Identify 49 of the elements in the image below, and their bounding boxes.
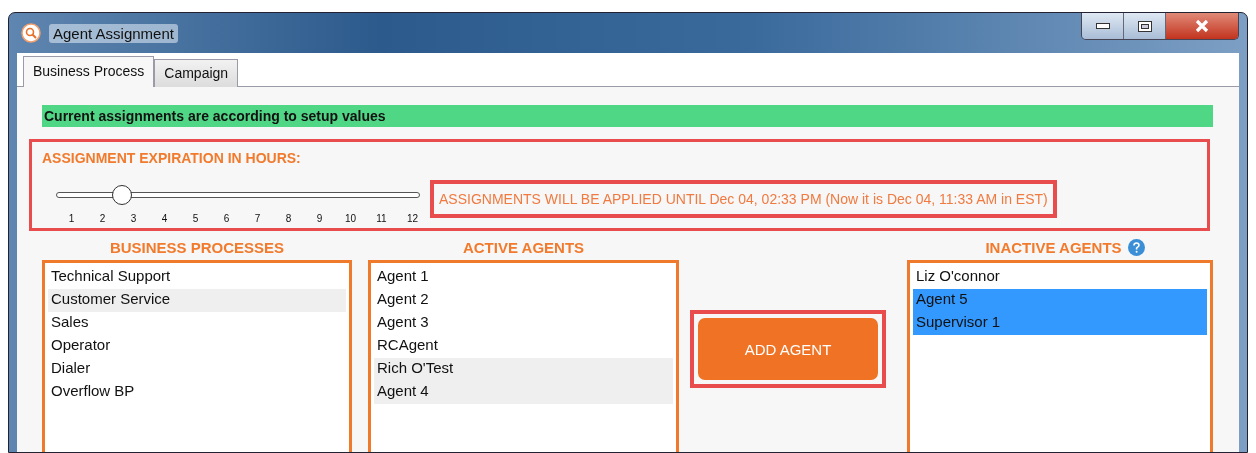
list-item[interactable]: Agent 4 <box>374 381 673 404</box>
slider[interactable] <box>56 185 420 205</box>
tick-label: 2 <box>98 213 107 224</box>
list-item[interactable]: Agent 5 <box>913 289 1207 312</box>
list-item[interactable]: Agent 2 <box>374 289 673 312</box>
tick-label: 9 <box>315 213 324 224</box>
list-item[interactable]: Sales <box>48 312 346 335</box>
maximize-icon <box>1137 20 1152 32</box>
window-title: Agent Assignment <box>49 23 178 43</box>
expiration-heading: ASSIGNMENT EXPIRATION IN HOURS: <box>42 150 302 166</box>
list-item[interactable]: Dialer <box>48 358 346 381</box>
tick-label: 1 <box>67 213 76 224</box>
list-item[interactable]: Customer Service <box>48 289 346 312</box>
tick-label: 4 <box>160 213 169 224</box>
list-item[interactable]: RCAgent <box>374 335 673 358</box>
expiration-message: ASSIGNMENTS WILL BE APPLIED UNTIL Dec 04, 02:33 PM (Now it is Dec 04, 11:33 AM in EST) <box>430 180 1057 218</box>
tick-label: 7 <box>253 213 262 224</box>
minimize-button[interactable] <box>1082 13 1124 39</box>
list-item[interactable]: Overflow BP <box>48 381 346 404</box>
help-icon[interactable] <box>1127 239 1145 256</box>
close-button[interactable] <box>1166 13 1238 39</box>
list-box[interactable]: Technical Support Customer Service Sales Operator Dialer Overflow BP <box>42 260 352 452</box>
tick-label: 5 <box>191 213 200 224</box>
list-item[interactable]: Operator <box>48 335 346 358</box>
tick-label: 12 <box>405 213 420 224</box>
status-banner: Current assignments are according to setup values <box>42 105 1213 127</box>
list-item[interactable]: Technical Support <box>48 266 346 289</box>
maximize-button[interactable] <box>1124 13 1166 39</box>
list-item[interactable]: Rich O'Test <box>374 358 673 381</box>
tick-label: 6 <box>222 213 231 224</box>
tick-label: 8 <box>284 213 293 224</box>
list-item[interactable]: Liz O'connor <box>913 266 1207 289</box>
list-item[interactable]: Agent 3 <box>374 312 673 335</box>
list-heading: ACTIVE AGENTS <box>461 239 586 256</box>
list-item[interactable]: Agent 1 <box>374 266 673 289</box>
tab[interactable]: Campaign <box>154 59 239 87</box>
tick-label: 3 <box>129 213 138 224</box>
tick-label: 11 <box>375 213 388 224</box>
tab[interactable]: Business Process <box>23 56 155 87</box>
minimize-icon <box>1095 23 1110 29</box>
close-icon <box>1194 19 1210 33</box>
slider-thumb[interactable] <box>111 185 132 205</box>
list-item[interactable]: Supervisor 1 <box>913 312 1207 335</box>
list-box[interactable]: Liz O'connor Agent 5 Supervisor 1 <box>907 260 1213 452</box>
list-box[interactable]: Agent 1 Agent 2 Agent 3 RCAgent Rich O'Test Agent 4 <box>368 260 679 452</box>
tick-label: 10 <box>343 213 358 224</box>
magnifier-icon <box>21 23 41 43</box>
list-heading: INACTIVE AGENTS <box>985 239 1122 256</box>
list-heading: BUSINESS PROCESSES <box>108 239 286 256</box>
